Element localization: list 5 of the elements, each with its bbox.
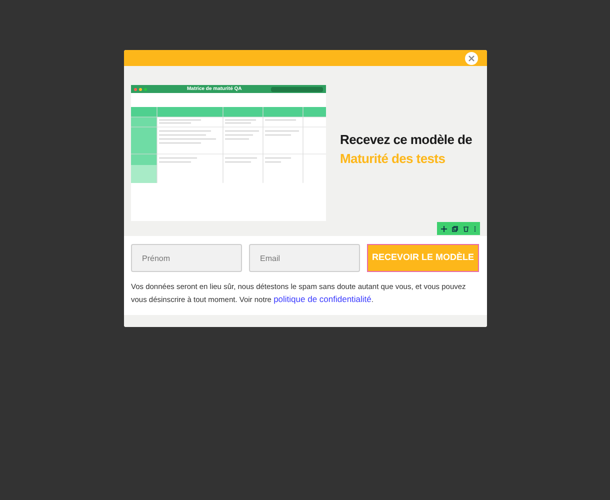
- privacy-policy-link[interactable]: politique de confidentialité: [274, 294, 372, 304]
- banner-heading-highlight: Maturité des tests: [340, 151, 446, 167]
- banner-heading: Recevez ce modèle de: [340, 132, 472, 148]
- email-field[interactable]: Email: [249, 244, 360, 272]
- first-name-field[interactable]: Prénom: [131, 244, 242, 272]
